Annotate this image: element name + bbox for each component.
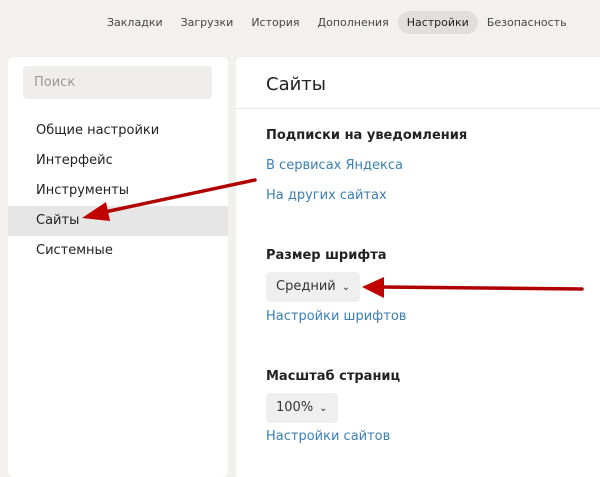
tab-bookmarks[interactable]: Закладки bbox=[98, 11, 172, 34]
sidebar-item-system[interactable]: Системные bbox=[8, 236, 228, 266]
font-size-heading: Размер шрифта bbox=[266, 248, 387, 263]
sidebar-item-tools[interactable]: Инструменты bbox=[8, 176, 228, 206]
tab-extensions[interactable]: Дополнения bbox=[309, 11, 398, 34]
page-zoom-heading: Масштаб страниц bbox=[266, 369, 401, 384]
tab-history[interactable]: История bbox=[242, 11, 308, 34]
tab-settings[interactable]: Настройки bbox=[397, 11, 478, 34]
search-input[interactable]: Поиск bbox=[23, 66, 212, 99]
yandex-services-link[interactable]: В сервисах Яндекса bbox=[266, 158, 403, 173]
font-size-value: Средний bbox=[276, 279, 336, 294]
site-settings-link[interactable]: Настройки сайтов bbox=[266, 429, 390, 444]
other-sites-link[interactable]: На других сайтах bbox=[266, 188, 387, 203]
sidebar-item-general[interactable]: Общие настройки bbox=[8, 116, 228, 146]
sidebar-item-interface[interactable]: Интерфейс bbox=[8, 146, 228, 176]
page-zoom-value: 100% bbox=[276, 400, 314, 415]
notifications-heading: Подписки на уведомления bbox=[266, 128, 468, 143]
tab-downloads[interactable]: Загрузки bbox=[172, 11, 243, 34]
sidebar-item-sites[interactable]: Сайты bbox=[8, 206, 228, 236]
settings-sidebar: Поиск Общие настройки Интерфейс Инструме… bbox=[8, 57, 228, 477]
settings-main: Сайты Подписки на уведомления В сервисах… bbox=[236, 57, 600, 477]
chevron-down-icon: ⌄ bbox=[341, 282, 351, 293]
font-size-dropdown[interactable]: Средний ⌄ bbox=[266, 272, 361, 302]
font-settings-link[interactable]: Настройки шрифтов bbox=[266, 309, 406, 324]
top-navigation: Закладки Загрузки История Дополнения Нас… bbox=[98, 11, 576, 34]
page-title: Сайты bbox=[266, 74, 326, 95]
divider bbox=[236, 108, 600, 109]
tab-security[interactable]: Безопасность bbox=[478, 11, 576, 34]
page-zoom-dropdown[interactable]: 100% ⌄ bbox=[266, 393, 338, 423]
chevron-down-icon: ⌄ bbox=[319, 403, 328, 414]
